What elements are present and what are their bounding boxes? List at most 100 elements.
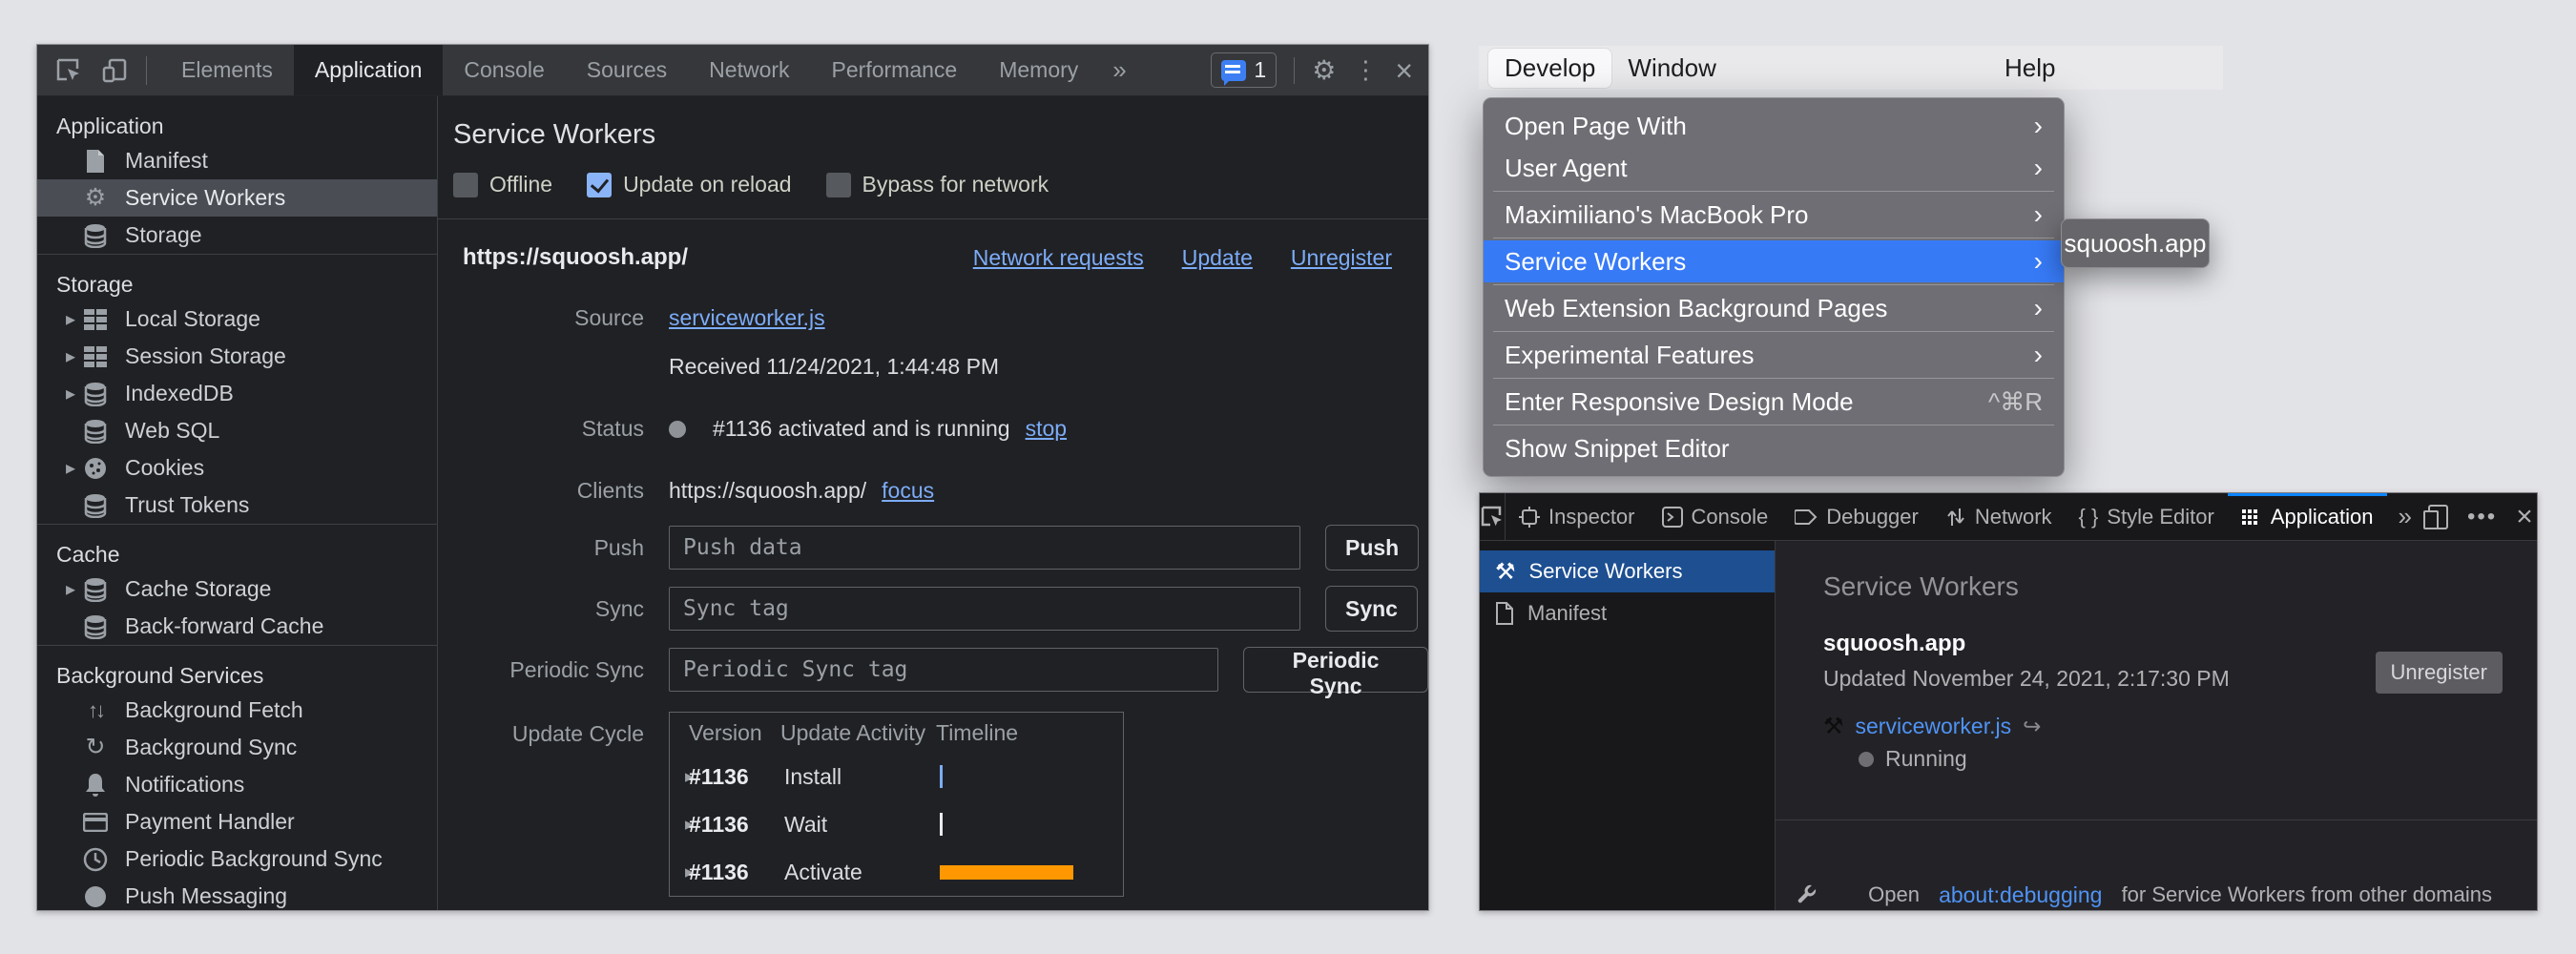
sidebar-item-notifications[interactable]: Notifications [37, 766, 437, 803]
tab-network[interactable]: Network [1932, 493, 2066, 540]
disclosure-triangle-icon[interactable]: ▸ [60, 382, 81, 405]
worker-file-link[interactable]: serviceworker.js [1856, 714, 2012, 739]
sidebar-item-manifest[interactable]: Manifest [1480, 592, 1775, 634]
disclosure-triangle-icon[interactable]: ▸ [60, 577, 81, 601]
tab-performance[interactable]: Performance [811, 45, 979, 95]
toolbar-separator [146, 56, 147, 85]
sidebar-item-session-storage[interactable]: ▸ Session Storage [37, 338, 437, 375]
checkbox-box[interactable] [826, 173, 851, 197]
more-tabs-icon[interactable]: » [1099, 45, 1139, 95]
tab-debugger[interactable]: Debugger [1781, 493, 1932, 540]
close-icon[interactable]: × [2516, 501, 2533, 533]
menubar-item-window[interactable]: Window [1611, 49, 1732, 88]
checkbox-label: Offline [489, 172, 552, 197]
periodic-sync-button[interactable]: Periodic Sync [1243, 647, 1428, 693]
sidebar-item-payment-handler[interactable]: Payment Handler [37, 803, 437, 840]
focus-link[interactable]: focus [882, 478, 934, 504]
table-row[interactable]: ▸ #1136 Wait [670, 800, 1123, 848]
bypass-for-network-checkbox[interactable]: Bypass for network [826, 172, 1049, 197]
source-file-link[interactable]: serviceworker.js [669, 305, 825, 331]
disclosure-triangle-icon[interactable]: ▸ [60, 307, 81, 331]
disclosure-triangle-icon[interactable]: ▸ [60, 344, 81, 368]
tab-memory[interactable]: Memory [978, 45, 1099, 95]
menu-item-open-page-with[interactable]: Open Page With › [1484, 105, 2064, 147]
tab-console[interactable]: Console [1649, 493, 1782, 540]
sidebar-item-periodic-background-sync[interactable]: Periodic Background Sync [37, 840, 437, 878]
responsive-design-icon[interactable] [2423, 505, 2448, 529]
tab-sources[interactable]: Sources [566, 45, 688, 95]
menu-item-user-agent[interactable]: User Agent › [1484, 147, 2064, 189]
gear-icon[interactable]: ⚙ [1312, 54, 1336, 86]
sidebar-item-back-forward-cache[interactable]: Back-forward Cache [37, 608, 437, 645]
push-data-input[interactable] [669, 526, 1300, 570]
menu-item-experimental-features[interactable]: Experimental Features › [1484, 334, 2064, 376]
issues-badge[interactable]: 1 [1211, 52, 1277, 88]
update-on-reload-checkbox[interactable]: Update on reload [587, 172, 791, 197]
periodic-sync-tag-input[interactable] [669, 648, 1218, 692]
stop-link[interactable]: stop [1026, 416, 1067, 442]
activity-cell: Wait [784, 812, 940, 838]
more-tabs-icon[interactable]: » [2387, 493, 2423, 540]
menu-item-macbook-pro[interactable]: Maximiliano's MacBook Pro › [1484, 194, 2064, 236]
tab-inspector[interactable]: Inspector [1506, 493, 1649, 540]
sidebar-item-trust-tokens[interactable]: Trust Tokens [37, 487, 437, 524]
kebab-menu-icon[interactable]: ⋮ [1353, 55, 1378, 85]
about-debugging-link[interactable]: about:debugging [1939, 882, 2102, 908]
sidebar-item-background-sync[interactable]: ↻ Background Sync [37, 729, 437, 766]
sidebar-item-web-sql[interactable]: Web SQL [37, 412, 437, 449]
firefox-devtools-window: Inspector Console Debugger Network { } S… [1479, 492, 2538, 911]
table-row[interactable]: ▸ #1136 Activate [670, 848, 1123, 896]
sidebar-item-indexeddb[interactable]: ▸ IndexedDB [37, 375, 437, 412]
unregister-button[interactable]: Unregister [2376, 652, 2503, 694]
disclosure-triangle-icon[interactable]: ▸ [670, 861, 689, 883]
menubar-item-help[interactable]: Help [1988, 49, 2071, 88]
section-header-storage: Storage [37, 268, 437, 301]
meatball-menu-icon[interactable]: ••• [2467, 504, 2497, 530]
disclosure-triangle-icon[interactable]: ▸ [670, 814, 689, 836]
sidebar-item-service-workers[interactable]: ⚒ Service Workers [1480, 550, 1775, 592]
sync-button[interactable]: Sync [1325, 586, 1418, 632]
update-link[interactable]: Update [1182, 245, 1253, 271]
sidebar-item-background-fetch[interactable]: ↑↓ Background Fetch [37, 692, 437, 729]
device-toolbar-icon[interactable] [100, 56, 129, 85]
tab-elements[interactable]: Elements [160, 45, 294, 95]
menu-item-enter-responsive-design-mode[interactable]: Enter Responsive Design Mode ^⌘R [1484, 381, 2064, 423]
database-icon [81, 491, 110, 520]
sidebar-item-manifest[interactable]: Manifest [37, 142, 437, 179]
unregister-link[interactable]: Unregister [1291, 245, 1392, 271]
push-button[interactable]: Push [1325, 525, 1419, 570]
sidebar-item-cookies[interactable]: ▸ Cookies [37, 449, 437, 487]
tab-style-editor[interactable]: { } Style Editor [2066, 493, 2228, 540]
sidebar-item-storage[interactable]: Storage [37, 217, 437, 254]
tab-network[interactable]: Network [688, 45, 810, 95]
tab-application[interactable]: Application [2228, 493, 2387, 540]
chrome-devtools-window: Elements Application Console Sources Net… [36, 44, 1429, 911]
checkbox-box[interactable] [453, 173, 478, 197]
sidebar-item-cache-storage[interactable]: ▸ Cache Storage [37, 570, 437, 608]
close-icon[interactable]: × [1395, 55, 1413, 86]
network-requests-link[interactable]: Network requests [973, 245, 1144, 271]
table-row[interactable]: ▸ #1136 Install [670, 753, 1123, 800]
menubar-item-develop[interactable]: Develop [1488, 49, 1611, 88]
sync-tag-input[interactable] [669, 587, 1300, 631]
issues-count: 1 [1254, 57, 1266, 83]
disclosure-triangle-icon[interactable]: ▸ [60, 456, 81, 480]
tab-console[interactable]: Console [443, 45, 565, 95]
offline-checkbox[interactable]: Offline [453, 172, 552, 197]
timeline-install-tick [940, 765, 943, 788]
element-picker-icon[interactable] [1480, 493, 1506, 540]
inspect-element-icon[interactable] [54, 56, 83, 85]
menu-item-service-workers[interactable]: Service Workers › [1484, 240, 2064, 282]
sidebar-item-label: Local Storage [125, 306, 260, 332]
up-down-arrows-icon [1945, 507, 1966, 528]
sidebar-item-local-storage[interactable]: ▸ Local Storage [37, 301, 437, 338]
sidebar-item-push-messaging[interactable]: Push Messaging [37, 878, 437, 911]
tab-application[interactable]: Application [294, 45, 444, 95]
menu-item-show-snippet-editor[interactable]: Show Snippet Editor [1484, 427, 2064, 469]
menu-item-web-extension-background-pages[interactable]: Web Extension Background Pages › [1484, 287, 2064, 329]
disclosure-triangle-icon[interactable]: ▸ [670, 766, 689, 788]
sidebar-item-service-workers[interactable]: ⚙ Service Workers [37, 179, 437, 217]
sidebar-item-label: Push Messaging [125, 883, 287, 909]
checkbox-box[interactable] [587, 173, 612, 197]
submenu-item-squoosh[interactable]: squoosh.app [2065, 229, 2207, 259]
